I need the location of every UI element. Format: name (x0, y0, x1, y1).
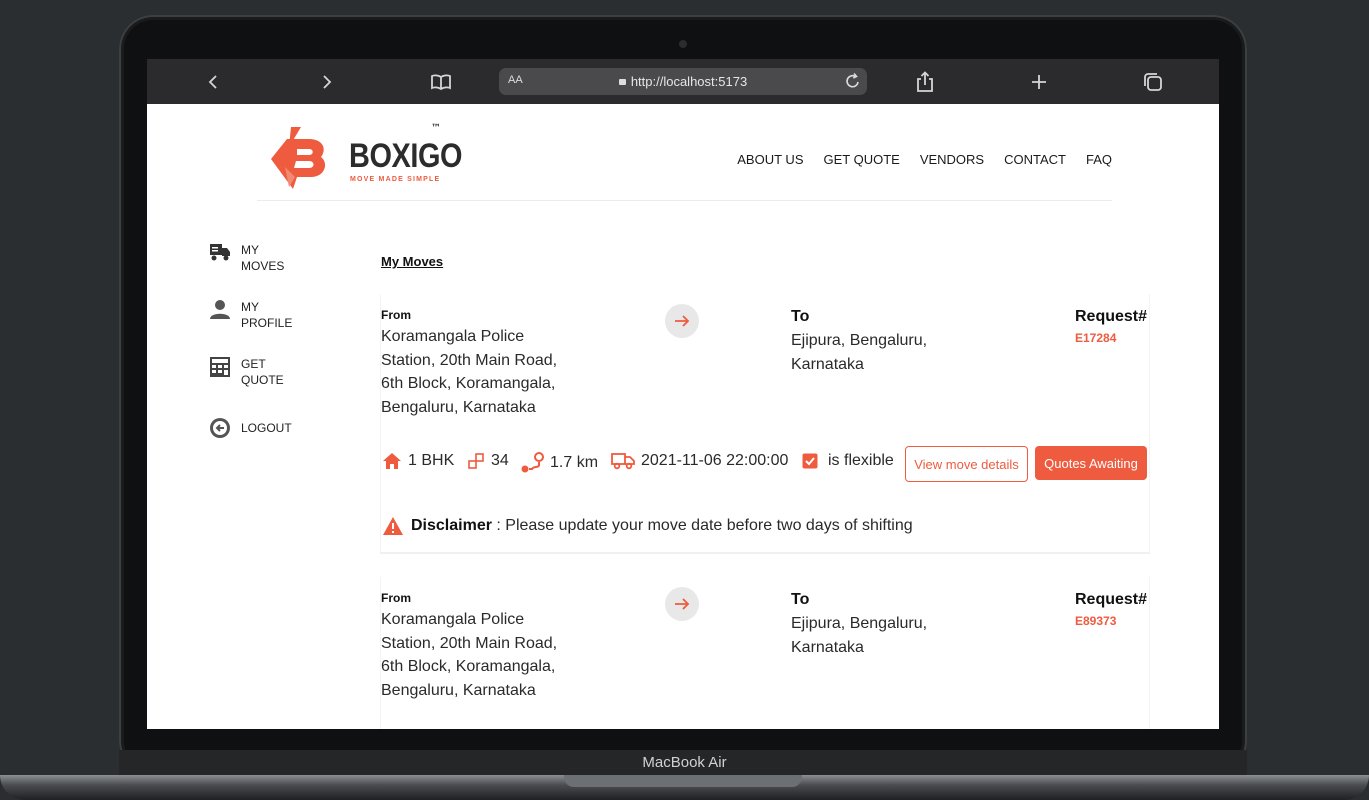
nav-faq[interactable]: FAQ (1086, 152, 1112, 167)
request-label: Request# (1075, 308, 1148, 325)
calculator-icon (209, 356, 231, 378)
address-line: Ejipura, Bengaluru, (791, 332, 928, 349)
address-line: Bengaluru, Karnataka (381, 681, 536, 699)
brand-name: BOXIGO (349, 137, 463, 175)
disclaimer-title: Disclaimer (411, 517, 492, 534)
address-line: 6th Block, Koramangala, (381, 375, 556, 392)
from-label: From (381, 308, 411, 322)
route-icon (521, 452, 544, 473)
arrow-right-icon (665, 587, 699, 621)
checkbox-checked-icon[interactable] (802, 453, 818, 469)
sidebar-item-label: QUOTE (241, 373, 284, 387)
to-label: To (791, 308, 810, 325)
new-tab-icon[interactable] (1026, 69, 1052, 95)
arrow-right-icon (665, 304, 699, 338)
nav-vendors[interactable]: VENDORS (920, 152, 984, 167)
sidebar-item-label: LOGOUT (241, 421, 292, 435)
warning-icon (383, 517, 403, 535)
sidebar-item-label: PROFILE (241, 316, 293, 330)
address-line: Station, 20th Main Road, (381, 351, 558, 369)
address-line: Ejipura, Bengaluru, (791, 615, 928, 632)
item-count-value: 34 (491, 452, 509, 469)
distance: 1.7 km (520, 452, 598, 474)
property-size: 1 BHK (382, 452, 454, 470)
from-label: From (381, 591, 411, 605)
boxes-icon (468, 453, 484, 469)
boxigo-logo[interactable]: BOXIGO ™ MOVE MADE SIMPLE (267, 123, 463, 195)
nav-about-us[interactable]: ABOUT US (737, 152, 803, 167)
sidebar-item-label: MOVES (241, 259, 285, 273)
camera (679, 40, 687, 48)
flexible-label: is flexible (828, 452, 894, 469)
sidebar-item-logout[interactable]: LOGOUT (209, 417, 292, 439)
truck-icon (209, 242, 231, 264)
logo-mark-icon (271, 127, 326, 189)
back-icon[interactable] (200, 69, 226, 95)
nav-contact[interactable]: CONTACT (1004, 152, 1066, 167)
from-address: Koramangala Police Station, 20th Main Ro… (381, 325, 557, 419)
from-address: Koramangala Police Station, 20th Main Ro… (381, 608, 557, 702)
distance-value: 1.7 km (550, 454, 599, 471)
laptop-notch (564, 775, 802, 787)
user-icon (209, 299, 231, 321)
address-bar[interactable]: AA http://localhost:5173 (499, 68, 867, 95)
sidebar-item-label: MY (241, 243, 259, 257)
address-line: Koramangala Police (381, 328, 525, 345)
to-address: Ejipura, Bengaluru, Karnataka (791, 329, 927, 376)
move-card: From Koramangala Police Station, 20th Ma… (380, 294, 1150, 554)
address-line: 6th Block, Koramangala, (381, 658, 556, 675)
request-label: Request# (1075, 591, 1148, 608)
home-icon (383, 453, 401, 469)
move-date: 2021-11-06 22:00:00 (611, 452, 788, 470)
sidebar-item-my-moves[interactable]: MY MOVES (209, 242, 284, 274)
trademark-symbol: ™ (431, 123, 441, 134)
share-icon[interactable] (912, 69, 938, 95)
main-nav: ABOUT US GET QUOTE VENDORS CONTACT FAQ (737, 152, 1112, 167)
bookmarks-icon[interactable] (428, 69, 454, 95)
forward-icon[interactable] (314, 69, 340, 95)
tabs-overview-icon[interactable] (1140, 69, 1166, 95)
sidebar-item-label: GET (241, 357, 266, 371)
request-id: E17284 (1075, 331, 1117, 345)
to-address: Ejipura, Bengaluru, Karnataka (791, 612, 927, 659)
reload-icon[interactable] (845, 72, 861, 93)
moving-truck-icon (611, 453, 635, 470)
header-divider (257, 200, 1112, 201)
sidebar-item-my-profile[interactable]: MY PROFILE (209, 299, 292, 331)
disclaimer: Disclaimer : Please update your move dat… (382, 516, 913, 536)
move-card: From Koramangala Police Station, 20th Ma… (380, 577, 1150, 729)
flexible-checkbox[interactable]: is flexible (802, 452, 894, 470)
url-text: http://localhost:5173 (630, 74, 748, 89)
to-label: To (791, 591, 810, 608)
browser-window: AA http://localhost:5173 BOXIGO ™ MOVE M… (147, 59, 1219, 729)
lock-icon (618, 79, 626, 85)
sidebar-item-label: MY (241, 300, 259, 314)
device-label: MacBook Air (642, 754, 727, 771)
quotes-awaiting-button[interactable]: Quotes Awaiting (1035, 446, 1147, 480)
sidebar-item-get-quote[interactable]: GET QUOTE (209, 356, 284, 388)
property-size-value: 1 BHK (408, 452, 455, 469)
address-line: Karnataka (791, 638, 864, 656)
address-line: Bengaluru, Karnataka (381, 398, 536, 416)
move-date-value: 2021-11-06 22:00:00 (641, 452, 789, 469)
request-id: E89373 (1075, 614, 1117, 628)
page-title[interactable]: My Moves (381, 254, 443, 269)
logout-icon (209, 417, 231, 439)
item-count: 34 (467, 452, 509, 470)
disclaimer-text: : Please update your move date before tw… (491, 517, 913, 534)
brand-tagline: MOVE MADE SIMPLE (350, 176, 441, 183)
address-line: Karnataka (791, 355, 864, 373)
nav-get-quote[interactable]: GET QUOTE (823, 152, 899, 167)
view-move-details-button[interactable]: View move details (905, 446, 1028, 482)
browser-toolbar: AA http://localhost:5173 (147, 59, 1219, 104)
address-line: Station, 20th Main Road, (381, 634, 558, 652)
address-line: Koramangala Police (381, 611, 525, 628)
